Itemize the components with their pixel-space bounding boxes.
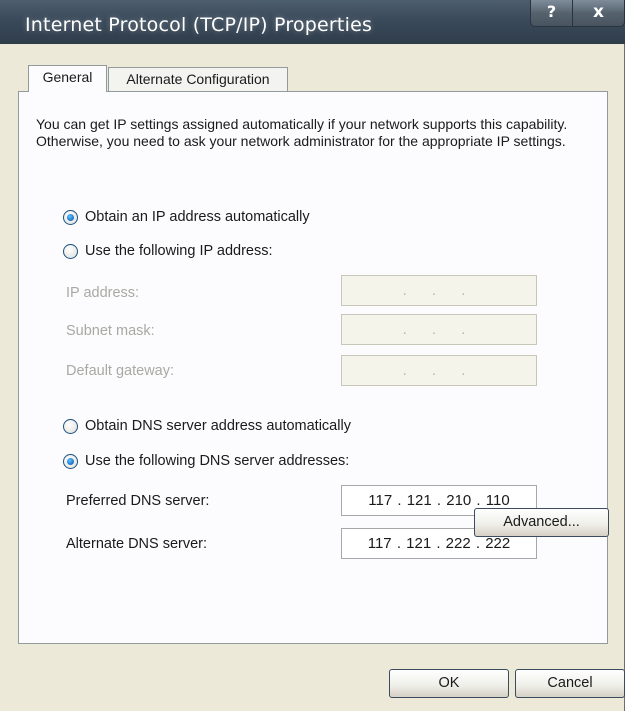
use-following-dns-option[interactable]: Use the following DNS server addresses: — [63, 451, 349, 471]
window-title: Internet Protocol (TCP/IP) Properties — [25, 14, 373, 36]
use-following-ip-label: Use the following IP address: — [85, 243, 273, 259]
subnet-mask-label: Subnet mask: — [66, 323, 155, 339]
ip-address-field[interactable]: . . . — [341, 275, 537, 306]
use-following-dns-label: Use the following DNS server addresses: — [85, 453, 350, 469]
ip-address-label: IP address: — [66, 285, 140, 301]
radio-obtain-ip-auto[interactable] — [63, 209, 78, 225]
cancel-button[interactable]: Cancel — [515, 669, 625, 698]
close-button[interactable]: x — [572, 0, 625, 27]
title-bar[interactable]: Internet Protocol (TCP/IP) Properties ? … — [0, 0, 625, 44]
obtain-ip-auto-label: Obtain an IP address automatically — [85, 209, 310, 225]
general-tab-panel: You can get IP settings assigned automat… — [18, 91, 608, 644]
preferred-dns-label: Preferred DNS server: — [66, 493, 210, 509]
tab-alternate-configuration[interactable]: Alternate Configuration — [108, 67, 288, 91]
default-gateway-label: Default gateway: — [66, 363, 175, 379]
alternate-dns-label: Alternate DNS server: — [66, 536, 208, 552]
question-mark-icon: ? — [546, 2, 557, 21]
ok-button[interactable]: OK — [389, 669, 509, 698]
advanced-button[interactable]: Advanced... — [474, 508, 609, 537]
radio-obtain-dns-auto[interactable] — [63, 418, 78, 434]
obtain-ip-automatically-option[interactable]: Obtain an IP address automatically — [63, 207, 310, 227]
use-following-ip-option[interactable]: Use the following IP address: — [63, 241, 273, 261]
description-text: You can get IP settings assigned automat… — [36, 116, 568, 149]
tab-general[interactable]: General — [28, 65, 107, 92]
tcpip-properties-dialog: Internet Protocol (TCP/IP) Properties ? … — [0, 0, 625, 711]
help-button[interactable]: ? — [530, 0, 573, 27]
radio-use-following-dns[interactable] — [63, 453, 78, 469]
close-icon: x — [593, 2, 604, 22]
obtain-dns-auto-label: Obtain DNS server address automatically — [85, 418, 351, 434]
obtain-dns-automatically-option[interactable]: Obtain DNS server address automatically — [63, 416, 351, 436]
radio-use-following-ip[interactable] — [63, 243, 78, 259]
subnet-mask-field[interactable]: . . . — [341, 314, 537, 345]
default-gateway-field[interactable]: . . . — [341, 355, 537, 386]
